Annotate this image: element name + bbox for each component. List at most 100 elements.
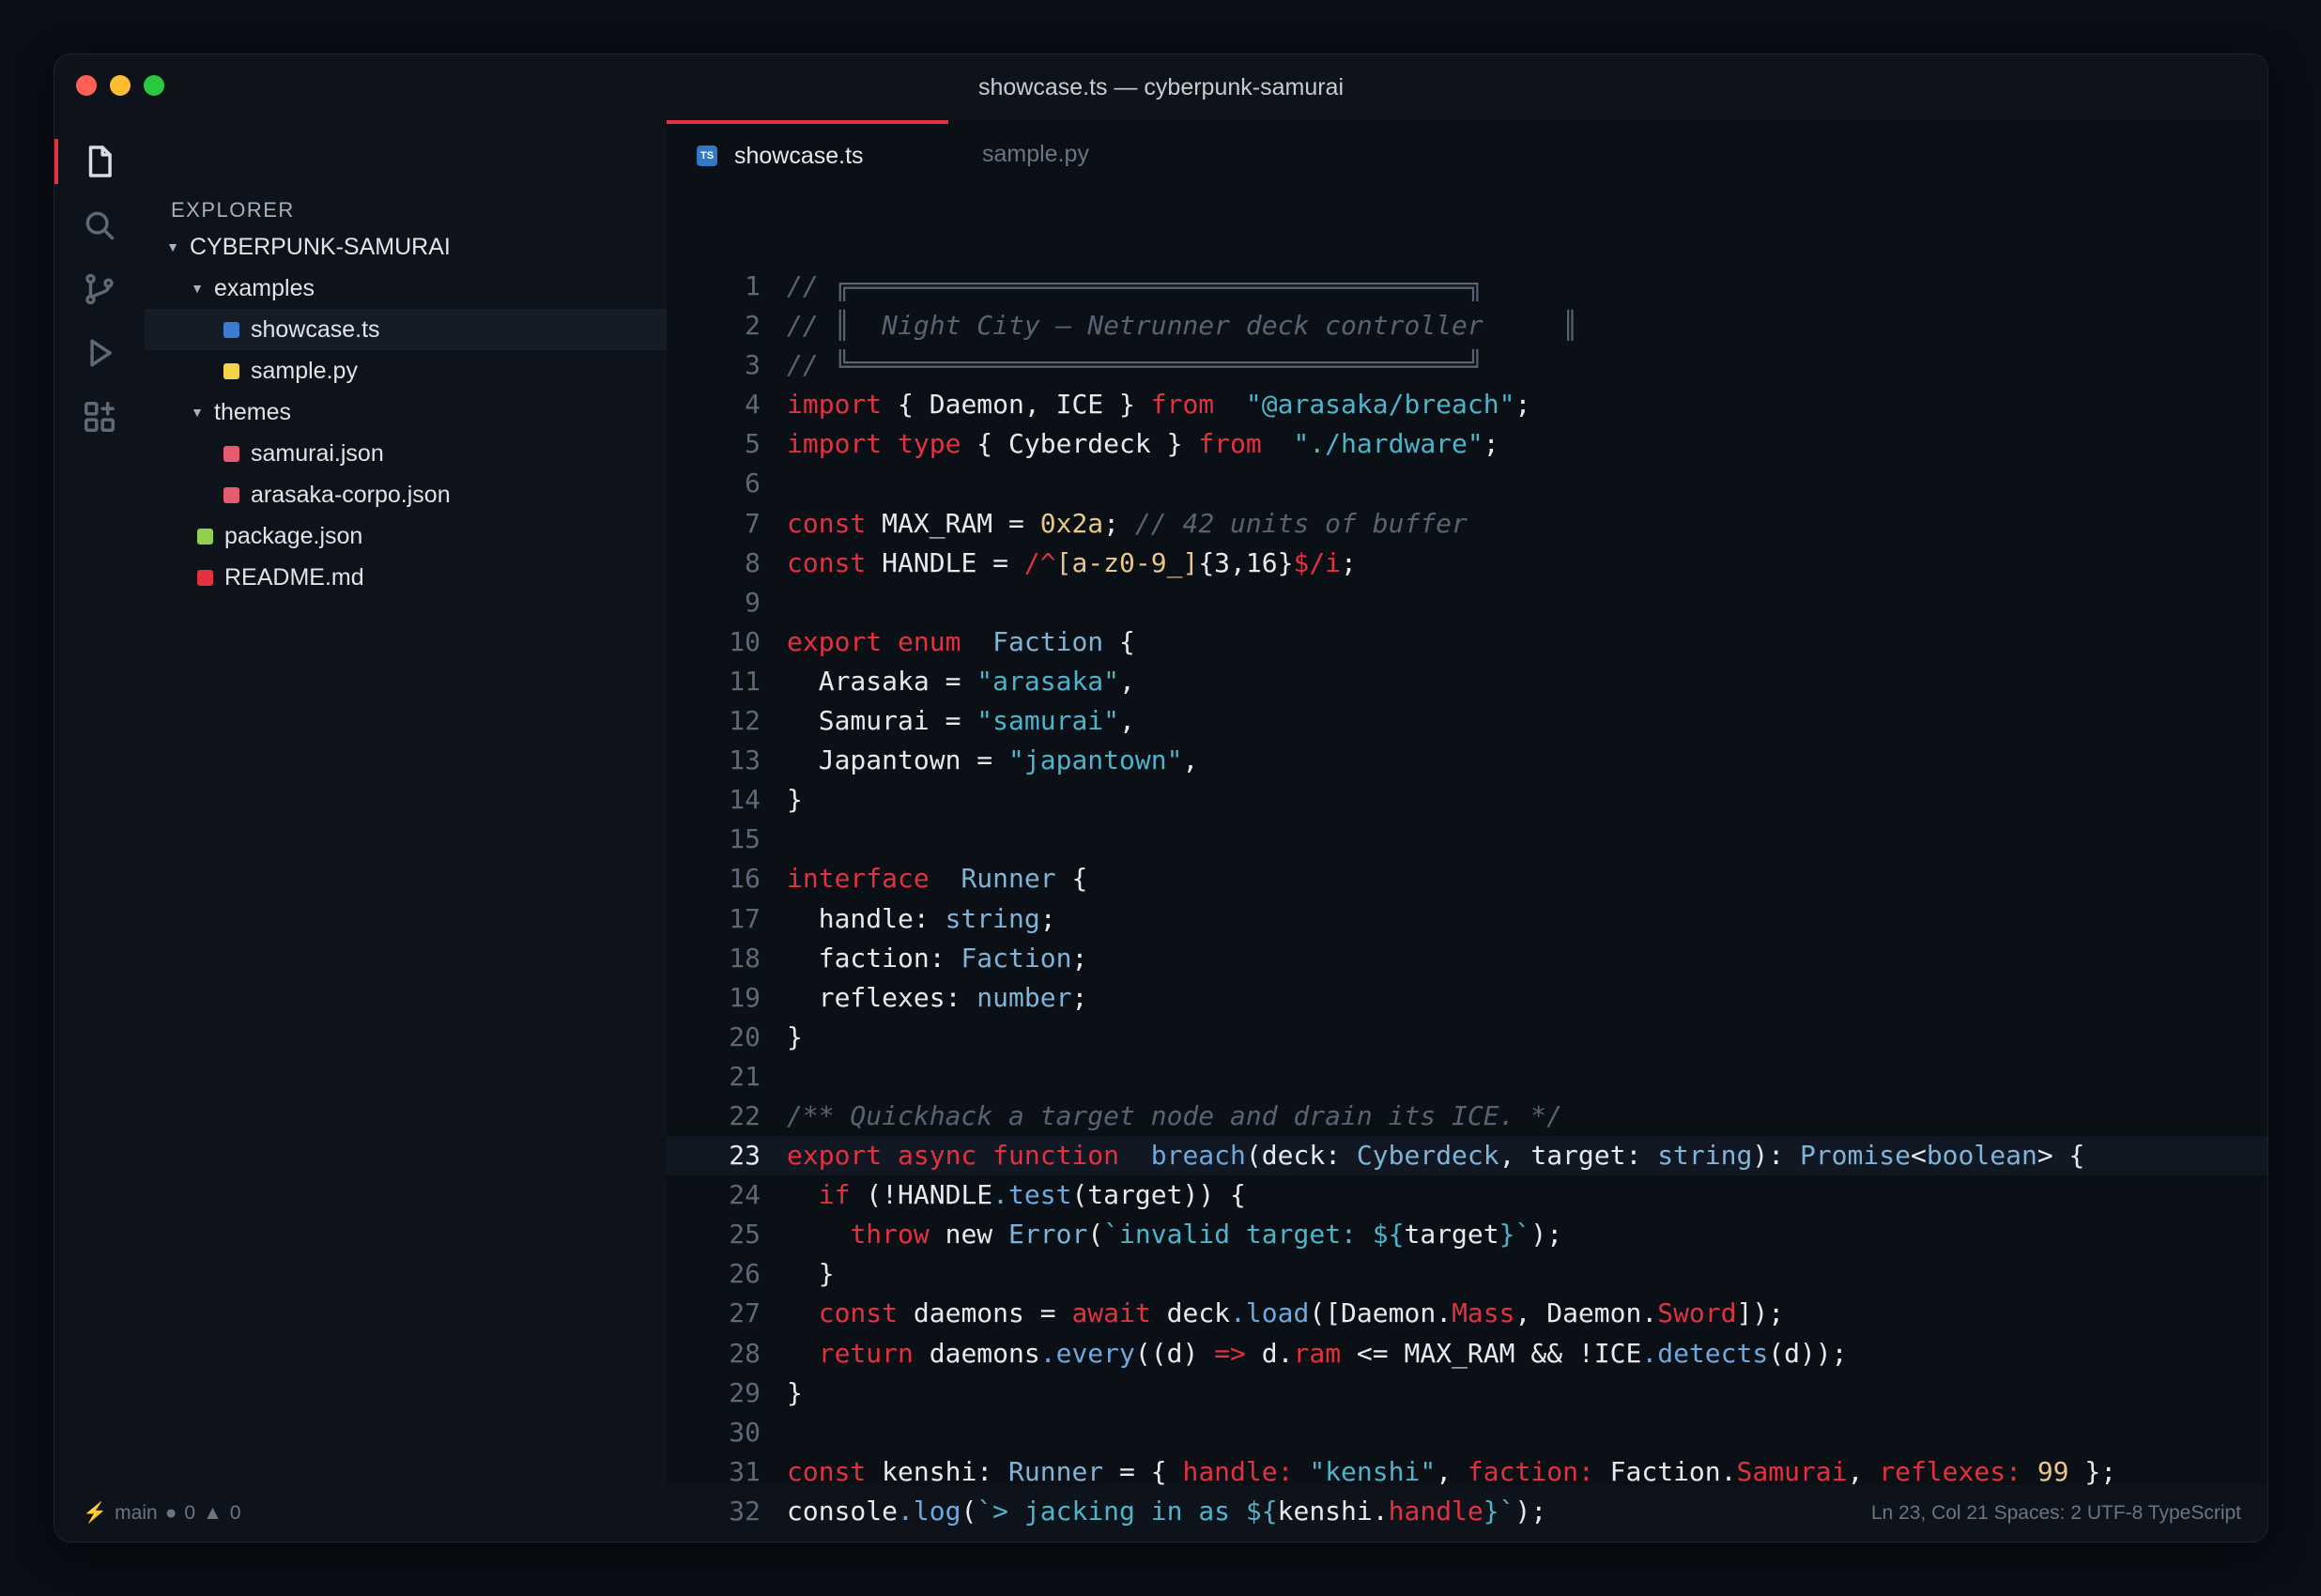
run-debug-activity[interactable] <box>54 321 145 385</box>
tree-file-readme[interactable]: README.md <box>145 557 667 598</box>
line-source: const HANDLE = /^[a-z0-9_]{3,16}$/i; <box>787 546 1357 578</box>
code-line[interactable]: 9 <box>667 583 2267 622</box>
code-line[interactable]: 27 const daemons = await deck.load([Daem… <box>667 1294 2267 1333</box>
code-line[interactable]: 23 export async function breach(deck: Cyb… <box>667 1136 2267 1176</box>
code-line[interactable]: 29} <box>667 1373 2267 1413</box>
line-source: Samurai = "samurai", <box>787 705 1135 737</box>
code-line[interactable]: 1 // ╔═══════════════════════════════════… <box>667 267 2267 306</box>
line-source: export async function breach(deck: Cyber… <box>787 1140 2085 1172</box>
extensions-activity[interactable] <box>54 385 145 449</box>
line-number: 6 <box>745 468 761 499</box>
code-line[interactable]: 7 const MAX_RAM = 0x2a; // 42 units of bu… <box>667 504 2267 544</box>
line-number: 26 <box>729 1258 761 1290</box>
code-line[interactable]: 16 interface Runner { <box>667 859 2267 898</box>
code-line[interactable]: 6 <box>667 464 2267 503</box>
explorer-title: EXPLORER <box>171 198 295 222</box>
tree-file-showcase[interactable]: showcase.ts <box>145 309 667 350</box>
tab-bar: TS showcase.ts sample.py <box>667 120 2267 240</box>
line-number: 15 <box>729 823 761 855</box>
tab-label: showcase.ts <box>734 142 864 169</box>
branch-icon: ⚡ <box>83 1502 108 1524</box>
tree-file-sample[interactable]: sample.py <box>145 350 667 391</box>
tree-file-package[interactable]: package.json <box>145 515 667 557</box>
tree-file-samurai[interactable]: samurai.json <box>145 433 667 474</box>
code-line[interactable]: 26 } <box>667 1254 2267 1294</box>
python-file-icon <box>223 362 239 379</box>
line-source: Japantown = "japantown", <box>787 744 1199 776</box>
code-line[interactable]: 15 <box>667 820 2267 859</box>
tree-folder-examples[interactable]: ▼ examples <box>188 268 667 309</box>
chevron-down-icon: ▼ <box>191 281 204 296</box>
code-line[interactable]: 5 import type { Cyberdeck } from "./hardw… <box>667 424 2267 464</box>
code-line[interactable]: 19 reflexes: number; <box>667 978 2267 1018</box>
line-number: 27 <box>729 1297 761 1329</box>
code-line[interactable]: 10 export enum Faction { <box>667 622 2267 662</box>
status-right[interactable]: Ln 23, Col 21 Spaces: 2 UTF-8 TypeScript <box>1871 1502 2241 1525</box>
explorer-activity[interactable] <box>54 130 145 193</box>
typescript-icon: TS <box>697 146 717 166</box>
json-file-icon <box>197 528 213 545</box>
tree-file-label: samurai.json <box>251 439 384 467</box>
code-line[interactable]: 24 if (!HANDLE.test(target)) { <box>667 1175 2267 1215</box>
title-bar: showcase.ts — cyberpunk-samurai <box>54 54 2267 120</box>
line-source: } <box>787 1376 803 1408</box>
code-line[interactable]: 14} <box>667 780 2267 820</box>
line-number: 14 <box>729 784 761 816</box>
code-line[interactable]: 13 Japantown = "japantown", <box>667 741 2267 780</box>
code-line[interactable]: 12 Samurai = "samurai", <box>667 701 2267 741</box>
line-source: /** Quickhack a target node and drain it… <box>787 1099 1563 1131</box>
code-line[interactable]: 8 const HANDLE = /^[a-z0-9_]{3,16}$/i; <box>667 544 2267 583</box>
typescript-file-icon <box>223 321 239 338</box>
line-number: 23 <box>729 1140 761 1172</box>
line-source: // ║ Night City — Netrunner deck control… <box>787 310 1578 342</box>
line-source: // ╚════════════════════════════════════… <box>787 349 1483 381</box>
line-number: 17 <box>729 902 761 934</box>
line-source: reflexes: number; <box>787 981 1088 1013</box>
editor-window: showcase.ts — cyberpunk-samurai EXPLORER… <box>54 54 2268 1542</box>
code-line[interactable]: 28 return daemons.every((d) => d.ram <= … <box>667 1334 2267 1373</box>
line-source: const MAX_RAM = 0x2a; // 42 units of buf… <box>787 507 1468 539</box>
chevron-down-icon: ▼ <box>166 239 179 254</box>
line-source: } <box>787 1258 835 1290</box>
code-line[interactable]: 21 <box>667 1057 2267 1097</box>
extensions-icon <box>85 402 115 432</box>
line-source: // ╔════════════════════════════════════… <box>787 270 1483 301</box>
branch-name[interactable]: main <box>115 1502 158 1525</box>
error-dot-icon: ● <box>164 1502 177 1524</box>
code-line[interactable]: 11 Arasaka = "arasaka", <box>667 662 2267 701</box>
status-bar: ⚡ main ● 0 ▲ 0 Ln 23, Col 21 Spaces: 2 U… <box>54 1485 2267 1542</box>
code-line[interactable]: 25 throw new Error(`invalid target: ${ta… <box>667 1215 2267 1254</box>
line-number: 9 <box>745 586 761 618</box>
code-line[interactable]: 3 // ╚═══════════════════════════════════… <box>667 345 2267 385</box>
warning-count[interactable]: 0 <box>230 1502 241 1525</box>
editor-area: TS showcase.ts sample.py 1 // ╔══════════… <box>667 120 2267 1527</box>
line-source: if (!HANDLE.test(target)) { <box>818 1179 1246 1211</box>
tree-file-arasaka[interactable]: arasaka-corpo.json <box>145 474 667 515</box>
tree-folder-themes[interactable]: ▼ themes <box>188 391 667 433</box>
line-number: 25 <box>729 1219 761 1251</box>
line-source: faction: Faction; <box>787 942 1088 974</box>
line-number: 19 <box>729 981 761 1013</box>
code-line[interactable]: 17 handle: string; <box>667 899 2267 939</box>
files-icon <box>88 146 112 177</box>
source-control-activity[interactable] <box>54 257 145 321</box>
tab-showcase-ts[interactable]: TS showcase.ts <box>667 120 948 188</box>
code-line[interactable]: 30 <box>667 1413 2267 1452</box>
code-line[interactable]: 2 // ║ Night City — Netrunner deck contro… <box>667 306 2267 345</box>
tab-sample-py[interactable]: sample.py <box>948 120 1230 188</box>
error-count[interactable]: 0 <box>184 1502 195 1525</box>
line-source: throw new Error(`invalid target: ${targe… <box>850 1219 1563 1251</box>
run-debug-icon <box>90 339 112 367</box>
code-line[interactable]: 18 faction: Faction; <box>667 939 2267 978</box>
code-line[interactable]: 4 import { Daemon, ICE } from "@arasaka/b… <box>667 385 2267 424</box>
code-line[interactable]: 22 /** Quickhack a target node and drain … <box>667 1097 2267 1136</box>
window-title: showcase.ts — cyberpunk-samurai <box>977 74 1345 100</box>
line-number: 22 <box>729 1099 761 1131</box>
line-source: import type { Cyberdeck } from "./hardwa… <box>787 428 1499 460</box>
markdown-file-icon <box>197 569 213 586</box>
tree-root-folder[interactable]: ▼ CYBERPUNK-SAMURAI <box>163 226 667 268</box>
line-number: 21 <box>729 1060 761 1092</box>
code-line[interactable]: 20} <box>667 1018 2267 1057</box>
code-editor[interactable]: 1 // ╔═══════════════════════════════════… <box>667 267 2267 1531</box>
search-activity[interactable] <box>54 193 145 257</box>
